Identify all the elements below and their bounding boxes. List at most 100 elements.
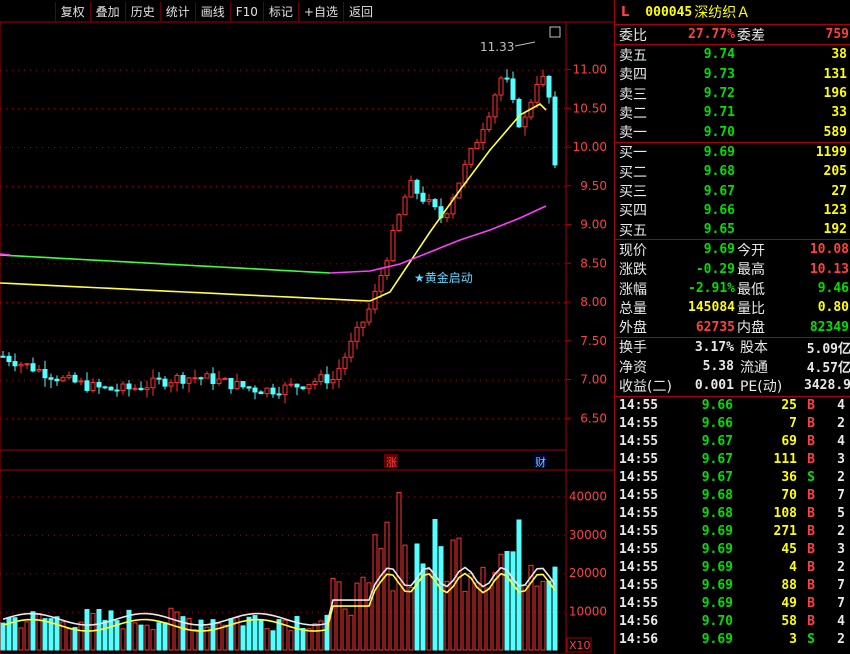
toolbar-button-6[interactable]: 标记 bbox=[262, 2, 298, 22]
price-gridline bbox=[90, 340, 91, 342]
price-gridline bbox=[36, 379, 37, 381]
price-gridline bbox=[222, 340, 223, 342]
price-gridline bbox=[282, 69, 283, 71]
toolbar-button-8[interactable]: 返回 bbox=[342, 2, 378, 22]
price-gridline bbox=[438, 147, 439, 148]
toolbar-button-5[interactable]: F10 bbox=[229, 2, 263, 22]
finance-value: 5.09亿 bbox=[806, 341, 850, 357]
volume-gridline bbox=[246, 573, 247, 575]
volume-gridline bbox=[408, 573, 409, 575]
price-gridline bbox=[378, 69, 379, 71]
price-gridline bbox=[360, 108, 361, 110]
tick-volume: 271 bbox=[773, 524, 797, 540]
price-gridline bbox=[558, 69, 559, 71]
volume-gridline bbox=[162, 496, 163, 498]
price-gridline bbox=[516, 302, 517, 303]
volume-gridline bbox=[36, 611, 37, 613]
price-gridline bbox=[12, 418, 13, 420]
stock-flag: L bbox=[621, 4, 630, 20]
price-gridline bbox=[258, 340, 259, 342]
price-gridline bbox=[396, 418, 397, 420]
tick-time: 14:55 bbox=[619, 596, 659, 612]
price-gridline bbox=[282, 224, 283, 226]
kline-chart[interactable]: 11.0010.5010.009.509.008.508.007.507.006… bbox=[0, 0, 614, 654]
sells-label: 卖二 bbox=[619, 105, 647, 122]
tick-side: B bbox=[807, 506, 815, 522]
price-gridline bbox=[24, 379, 25, 381]
buys-volume: 123 bbox=[823, 202, 847, 218]
toolbar-button-0[interactable]: 复权 bbox=[54, 2, 90, 22]
price-gridline bbox=[102, 108, 103, 110]
finance-value: 0.001 bbox=[694, 378, 734, 394]
price-gridline bbox=[42, 263, 43, 265]
price-gridline bbox=[390, 302, 391, 303]
price-gridline bbox=[438, 224, 439, 226]
price-gridline bbox=[312, 185, 313, 187]
kline-chart-area[interactable]: 11.00 10.50 10.00 9.50 9.00 8.50 8.00 7.50 7.00 6… bbox=[0, 0, 614, 654]
toolbar-button-2[interactable]: 历史 bbox=[124, 2, 160, 22]
tick-list[interactable]: 14:55 9.66 25 B 4 14:55 9.66 7 B 2 14:55 9.67 69 B 4 14… bbox=[615, 395, 850, 649]
price-gridline bbox=[78, 108, 79, 110]
price-gridline bbox=[306, 147, 307, 148]
candle-body bbox=[270, 387, 276, 395]
toolbar-button-1[interactable]: 叠加 bbox=[89, 2, 125, 22]
volume-bar bbox=[366, 582, 372, 651]
price-gridline bbox=[138, 340, 139, 342]
toolbar-button-4[interactable]: 画线 bbox=[194, 2, 230, 22]
finance-row: 收益(二) 0.001 PE(动) 3428.9 bbox=[615, 376, 850, 395]
tick-volume: 88 bbox=[781, 578, 797, 594]
price-gridline bbox=[96, 418, 97, 420]
price-gridline bbox=[246, 69, 247, 71]
price-gridline bbox=[60, 224, 61, 226]
volume-gridline bbox=[78, 496, 79, 498]
price-gridline bbox=[120, 147, 121, 148]
volume-bar bbox=[504, 550, 510, 651]
finance-label: 净资 bbox=[619, 359, 647, 376]
volume-gridline bbox=[402, 534, 403, 536]
price-gridline bbox=[498, 185, 499, 187]
price-gridline bbox=[504, 69, 505, 71]
volume-gridline bbox=[132, 573, 133, 575]
candle-body bbox=[342, 356, 348, 369]
price-gridline bbox=[222, 147, 223, 148]
price-gridline bbox=[450, 302, 451, 303]
volume-bar bbox=[132, 622, 138, 651]
price-gridline bbox=[126, 69, 127, 71]
price-gridline bbox=[216, 147, 217, 148]
volume-gridline bbox=[84, 496, 85, 498]
price-gridline bbox=[156, 418, 157, 420]
price-gridline bbox=[396, 379, 397, 381]
price-gridline bbox=[462, 302, 463, 303]
price-gridline bbox=[138, 379, 139, 381]
price-gridline bbox=[12, 379, 13, 381]
price-gridline bbox=[132, 340, 133, 342]
price-axis-label: 9.50 bbox=[580, 179, 607, 193]
volume-gridline bbox=[78, 534, 79, 536]
volume-gridline bbox=[342, 534, 343, 536]
price-gridline bbox=[168, 340, 169, 342]
volume-gridline bbox=[306, 496, 307, 498]
price-gridline bbox=[492, 418, 493, 420]
price-gridline bbox=[60, 69, 61, 71]
golden-start-signal: ★黄金启动 bbox=[414, 270, 473, 285]
price-gridline bbox=[480, 108, 481, 110]
volume-unit-label: X10 bbox=[569, 639, 591, 652]
stock-header: L 000045 深纺织Ａ bbox=[615, 0, 850, 25]
volume-gridline bbox=[108, 496, 109, 498]
price-gridline bbox=[90, 418, 91, 420]
price-gridline bbox=[330, 263, 331, 265]
volume-gridline bbox=[192, 496, 193, 498]
toolbar-button-7[interactable]: +自选 bbox=[297, 2, 343, 22]
price-gridline bbox=[408, 418, 409, 420]
volume-gridline bbox=[336, 534, 337, 536]
volume-gridline bbox=[12, 573, 13, 575]
tick-price: 9.69 bbox=[701, 596, 733, 612]
price-gridline bbox=[66, 379, 67, 381]
price-gridline bbox=[186, 340, 187, 342]
price-gridline bbox=[60, 340, 61, 342]
price-gridline bbox=[354, 69, 355, 71]
price-gridline bbox=[270, 263, 271, 265]
price-gridline bbox=[294, 147, 295, 148]
toolbar-button-3[interactable]: 统计 bbox=[159, 2, 195, 22]
price-gridline bbox=[78, 379, 79, 381]
